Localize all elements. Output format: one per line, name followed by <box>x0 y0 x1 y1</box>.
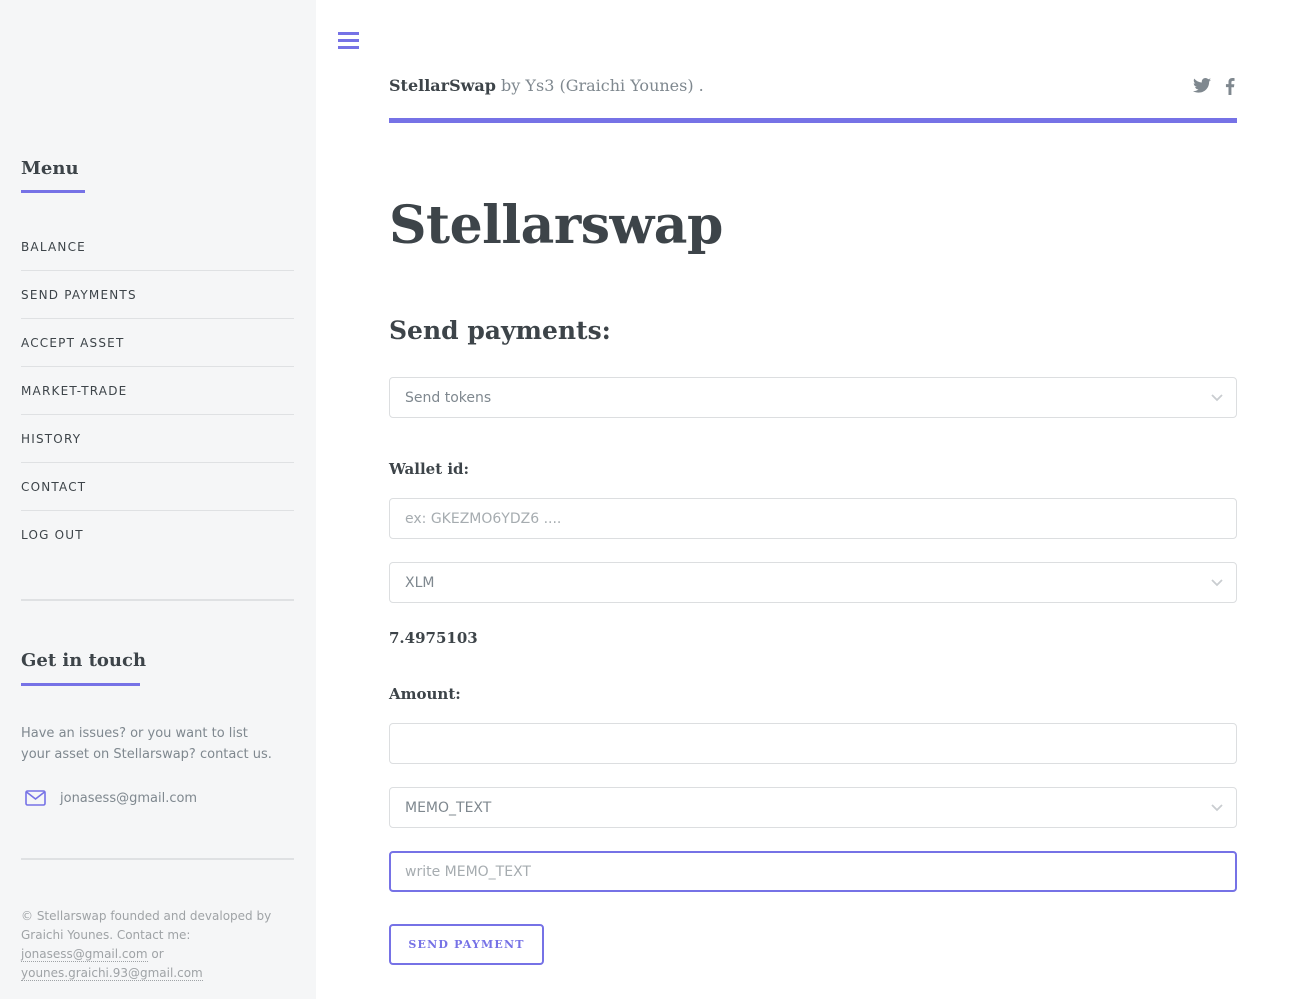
sidebar-item-label[interactable]: SEND PAYMENTS <box>21 288 137 302</box>
memo-type-value: MEMO_TEXT <box>405 799 492 816</box>
section-title: Send payments: <box>389 316 611 345</box>
site-brand[interactable]: StellarSwap by Ys3 (Graichi Younes) . <box>389 76 704 95</box>
menu-heading-underline <box>21 190 85 193</box>
page-title: Stellarswap <box>389 195 723 256</box>
contact-email-row[interactable]: jonasess@gmail.com <box>25 790 197 806</box>
memo-text-input[interactable] <box>405 853 1235 890</box>
envelope-icon <box>25 790 46 806</box>
social-links <box>1193 78 1235 99</box>
chevron-down-icon <box>1211 394 1223 402</box>
sidebar-item-label[interactable]: CONTACT <box>21 480 86 494</box>
brand-suffix: by Ys3 (Graichi Younes) . <box>495 76 704 95</box>
payment-type-select[interactable]: Send tokens <box>389 377 1237 418</box>
chevron-down-icon <box>1211 579 1223 587</box>
send-payment-button[interactable]: SEND PAYMENT <box>389 924 544 965</box>
sidebar-divider <box>21 599 294 601</box>
sidebar-item-history[interactable]: HISTORY <box>21 415 294 463</box>
twitter-icon[interactable] <box>1193 78 1211 99</box>
contact-email[interactable]: jonasess@gmail.com <box>60 791 197 806</box>
sidebar-item-market-trade[interactable]: MARKET-TRADE <box>21 367 294 415</box>
get-in-touch-heading: Get in touch <box>21 650 147 671</box>
wallet-id-field[interactable] <box>389 498 1237 539</box>
sidebar-footer: © Stellarswap founded and devaloped by G… <box>21 907 301 983</box>
sidebar-item-label[interactable]: BALANCE <box>21 240 86 254</box>
sidebar-item-balance[interactable]: BALANCE <box>21 223 294 271</box>
menu-heading: Menu <box>21 158 79 179</box>
sidebar-menu: BALANCE SEND PAYMENTS ACCEPT ASSET MARKE… <box>21 223 294 559</box>
footer-email-link-1[interactable]: jonasess@gmail.com <box>21 947 148 962</box>
sidebar-item-contact[interactable]: CONTACT <box>21 463 294 511</box>
payment-type-value: Send tokens <box>405 389 492 406</box>
amount-input[interactable] <box>405 724 1236 763</box>
brand-name[interactable]: StellarSwap <box>389 76 496 95</box>
asset-select[interactable]: XLM <box>389 562 1237 603</box>
sidebar-item-label[interactable]: ACCEPT ASSET <box>21 336 124 350</box>
asset-select-value: XLM <box>405 574 435 591</box>
sidebar: Menu BALANCE SEND PAYMENTS ACCEPT ASSET … <box>0 0 316 999</box>
hamburger-menu-icon[interactable] <box>338 32 360 50</box>
contact-description: Have an issues? or you want to list your… <box>21 726 272 762</box>
sidebar-item-log-out[interactable]: LOG OUT <box>21 511 294 559</box>
get-in-touch-underline <box>21 683 140 686</box>
sidebar-item-label[interactable]: LOG OUT <box>21 528 84 542</box>
amount-label: Amount: <box>389 685 461 703</box>
footer-mid: or <box>147 947 164 961</box>
wallet-id-input[interactable] <box>405 499 1236 538</box>
footer-email-link-2[interactable]: younes.graichi.93@gmail.com <box>21 966 203 981</box>
sidebar-item-label[interactable]: HISTORY <box>21 432 81 446</box>
sidebar-divider-footer <box>21 858 294 860</box>
sidebar-item-label[interactable]: MARKET-TRADE <box>21 384 127 398</box>
memo-type-select[interactable]: MEMO_TEXT <box>389 787 1237 828</box>
sidebar-item-accept-asset[interactable]: ACCEPT ASSET <box>21 319 294 367</box>
amount-field[interactable] <box>389 723 1237 764</box>
header: StellarSwap by Ys3 (Graichi Younes) . <box>389 74 1237 122</box>
memo-text-field[interactable] <box>389 851 1237 892</box>
footer-prefix: © Stellarswap founded and devaloped by G… <box>21 909 272 942</box>
asset-balance: 7.4975103 <box>389 629 478 647</box>
facebook-icon[interactable] <box>1225 78 1235 99</box>
wallet-id-label: Wallet id: <box>389 460 470 478</box>
header-underline <box>389 118 1237 123</box>
sidebar-item-send-payments[interactable]: SEND PAYMENTS <box>21 271 294 319</box>
chevron-down-icon <box>1211 804 1223 812</box>
